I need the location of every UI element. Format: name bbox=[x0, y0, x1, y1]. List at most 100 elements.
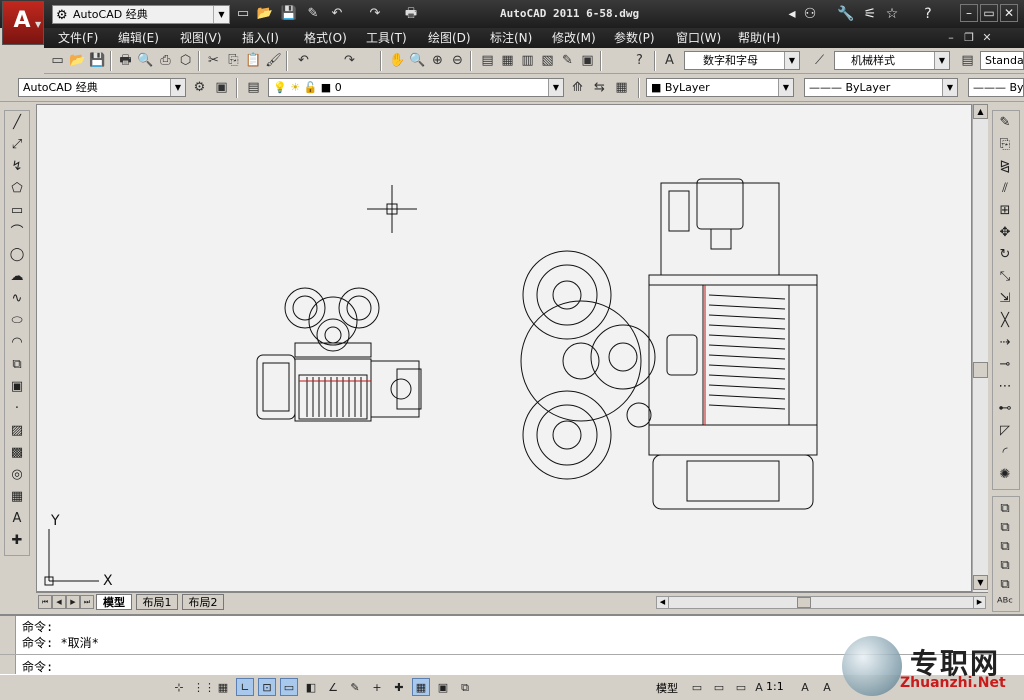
dim-style-combo[interactable]: 机械样式 ▼ bbox=[834, 51, 950, 70]
tab-model[interactable]: 模型 bbox=[96, 594, 132, 610]
linetype-combo[interactable]: ——— ByLayer ▼ bbox=[804, 78, 958, 97]
revision-cloud-icon[interactable]: ☁ bbox=[7, 267, 27, 287]
scale-icon[interactable]: ⤡ bbox=[995, 267, 1015, 287]
workspace-combo[interactable]: AutoCAD 经典 ▼ bbox=[18, 78, 186, 97]
sheet-set-icon[interactable]: ▧ bbox=[538, 51, 557, 70]
gradient-icon[interactable]: ▩ bbox=[7, 443, 27, 463]
copy-icon[interactable]: ⎘ bbox=[224, 51, 243, 70]
doc-close-button[interactable]: ✕ bbox=[980, 31, 994, 45]
region-icon[interactable]: ◎ bbox=[7, 465, 27, 485]
menu-view[interactable]: 视图(V) bbox=[180, 30, 222, 46]
add-selected-icon[interactable]: ✚ bbox=[7, 531, 27, 551]
3d-object-snap-icon[interactable]: ▭ bbox=[280, 678, 298, 696]
workspace-selector[interactable]: ⚙ AutoCAD 经典 ▼ bbox=[52, 5, 230, 24]
3d-print-icon[interactable]: ⬡ bbox=[176, 51, 195, 70]
workspace-settings-icon[interactable]: ⚙ bbox=[190, 78, 209, 97]
menu-help[interactable]: 帮助(H) bbox=[738, 30, 780, 46]
table-style-icon[interactable]: ▤ bbox=[958, 51, 977, 70]
plot-icon[interactable]: 🖶 bbox=[402, 5, 420, 23]
offset-icon[interactable]: ⫽ bbox=[995, 179, 1015, 199]
design-center-icon[interactable]: ▦ bbox=[498, 51, 517, 70]
redo-icon[interactable]: ↷ bbox=[340, 51, 359, 70]
draworder-text-icon[interactable]: ⧉ bbox=[995, 575, 1015, 595]
scroll-right-button[interactable]: ▶ bbox=[973, 597, 985, 608]
multiline-text-icon[interactable]: A bbox=[7, 509, 27, 529]
scroll-down-button[interactable]: ▼ bbox=[973, 575, 988, 590]
redo-icon[interactable]: ↷ bbox=[366, 5, 384, 23]
arc-icon[interactable]: ⌒ bbox=[7, 223, 27, 243]
match-properties-icon[interactable]: 🖌 bbox=[264, 51, 283, 70]
scroll-thumb[interactable] bbox=[973, 362, 988, 378]
auto-scale-icon[interactable]: A bbox=[818, 678, 836, 696]
lineweight-combo[interactable]: ——— ByLayer bbox=[968, 78, 1024, 97]
text-style-combo[interactable]: 数字和字母 ▼ bbox=[684, 51, 800, 70]
selection-cycling-icon[interactable]: ▣ bbox=[434, 678, 452, 696]
triangle-left-icon[interactable]: ◂ bbox=[782, 5, 802, 23]
star-icon[interactable]: ☆ bbox=[882, 5, 902, 23]
draworder-front-icon[interactable]: ⧉ bbox=[995, 499, 1015, 519]
plot-icon[interactable]: 🖶 bbox=[116, 51, 135, 70]
annotation-visibility-icon[interactable]: A bbox=[796, 678, 814, 696]
zoom-previous-icon[interactable]: ⊖ bbox=[448, 51, 467, 70]
minimize-button[interactable]: – bbox=[960, 4, 978, 22]
qnew-icon[interactable]: ▭ bbox=[234, 5, 252, 23]
rectangle-icon[interactable]: ▭ bbox=[7, 201, 27, 221]
drawing-canvas[interactable]: Y X bbox=[36, 104, 972, 592]
pan-icon[interactable]: ▭ bbox=[732, 678, 750, 696]
scroll-up-button[interactable]: ▲ bbox=[973, 104, 988, 119]
object-snap-tracking-icon[interactable]: ◧ bbox=[302, 678, 320, 696]
save-as-icon[interactable]: ✎ bbox=[304, 5, 322, 23]
mirror-icon[interactable]: ⧎ bbox=[995, 157, 1015, 177]
menu-draw[interactable]: 绘图(D) bbox=[428, 30, 471, 46]
maximize-button[interactable]: ▭ bbox=[980, 4, 998, 22]
table-icon[interactable]: ▦ bbox=[7, 487, 27, 507]
calculator-icon[interactable]: ▣ bbox=[578, 51, 597, 70]
last-tab-button[interactable]: ⏭ bbox=[80, 595, 94, 609]
move-icon[interactable]: ✥ bbox=[995, 223, 1015, 243]
menu-file[interactable]: 文件(F) bbox=[58, 30, 98, 46]
application-menu-button[interactable]: A ▼ bbox=[2, 1, 44, 45]
menu-edit[interactable]: 编辑(E) bbox=[118, 30, 159, 46]
erase-icon[interactable]: ✎ bbox=[995, 113, 1015, 133]
extend-icon[interactable]: ⇢ bbox=[995, 333, 1015, 353]
array-icon[interactable]: ⊞ bbox=[995, 201, 1015, 221]
join-icon[interactable]: ⊷ bbox=[995, 399, 1015, 419]
annotation-scale-value[interactable]: 1:1 bbox=[766, 680, 784, 693]
help-icon[interactable]: ? bbox=[918, 5, 938, 23]
save-icon[interactable]: 💾 bbox=[88, 51, 107, 70]
chamfer-icon[interactable]: ◸ bbox=[995, 421, 1015, 441]
next-tab-button[interactable]: ▶ bbox=[66, 595, 80, 609]
tool-palettes-icon[interactable]: ▥ bbox=[518, 51, 537, 70]
layer-combo[interactable]: 💡 ☀ 🔓 ■ 0 ▼ bbox=[268, 78, 564, 97]
transparency-icon[interactable]: ✚ bbox=[390, 678, 408, 696]
first-tab-button[interactable]: ⏮ bbox=[38, 595, 52, 609]
menu-insert[interactable]: 插入(I) bbox=[242, 30, 279, 46]
layer-state-icon[interactable]: ▦ bbox=[612, 78, 631, 97]
polar-tracking-icon[interactable]: ∟ bbox=[236, 678, 254, 696]
insert-block-icon[interactable]: ⧉ bbox=[7, 355, 27, 375]
pan-icon[interactable]: ✋ bbox=[388, 51, 407, 70]
model-space-label[interactable]: 模型 bbox=[656, 680, 678, 696]
doc-restore-button[interactable]: ❐ bbox=[962, 31, 976, 45]
make-layer-current-icon[interactable]: ⟰ bbox=[568, 78, 587, 97]
layer-manager-icon[interactable]: ▤ bbox=[244, 78, 263, 97]
polyline-icon[interactable]: ↯ bbox=[7, 157, 27, 177]
quick-properties-icon[interactable]: ▦ bbox=[412, 678, 430, 696]
zoom-realtime-icon[interactable]: 🔍 bbox=[408, 51, 427, 70]
dim-style-icon[interactable]: ⟋ bbox=[810, 51, 829, 70]
doc-minimize-button[interactable]: – bbox=[944, 31, 958, 45]
menu-dimension[interactable]: 标注(N) bbox=[490, 30, 532, 46]
save-icon[interactable]: 💾 bbox=[280, 5, 298, 23]
ortho-mode-icon[interactable]: ▦ bbox=[214, 678, 232, 696]
zoom-window-icon[interactable]: ⊕ bbox=[428, 51, 447, 70]
open-icon[interactable]: 📂 bbox=[68, 51, 87, 70]
publish-icon[interactable]: ⎙ bbox=[156, 51, 175, 70]
rotate-icon[interactable]: ↻ bbox=[995, 245, 1015, 265]
menu-window[interactable]: 窗口(W) bbox=[676, 30, 721, 46]
markup-icon[interactable]: ✎ bbox=[558, 51, 577, 70]
text-style-icon[interactable]: A bbox=[660, 51, 679, 70]
make-block-icon[interactable]: ▣ bbox=[7, 377, 27, 397]
satellite-icon[interactable]: ⚟ bbox=[860, 5, 880, 23]
table-style-combo[interactable]: Standard bbox=[980, 51, 1024, 70]
lineweight-icon[interactable]: + bbox=[368, 678, 386, 696]
